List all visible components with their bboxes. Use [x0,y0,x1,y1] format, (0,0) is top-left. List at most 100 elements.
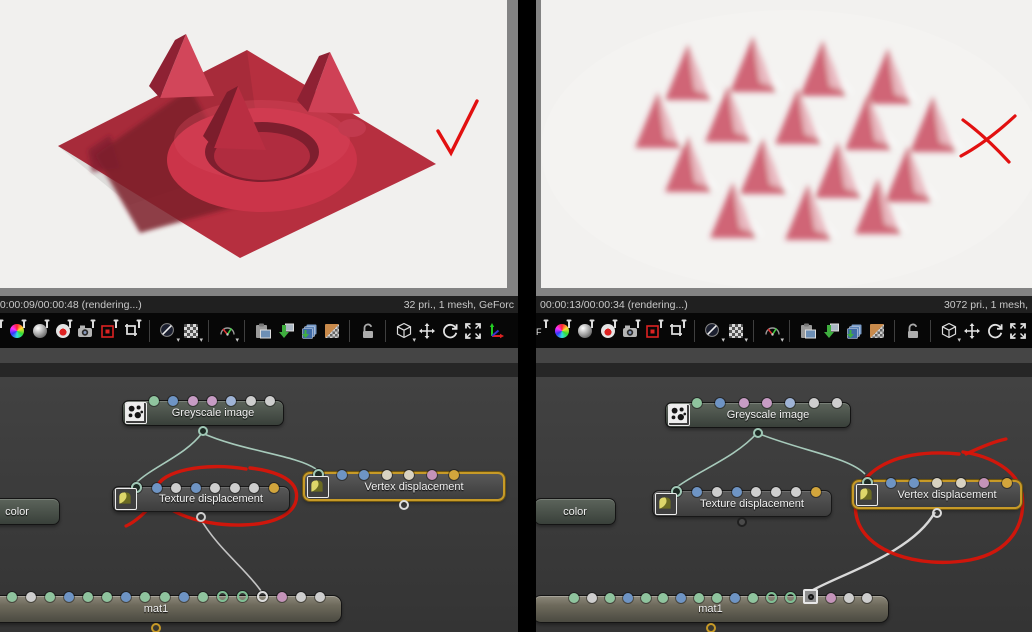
displacement-icon [655,492,677,515]
node-color[interactable]: color [536,498,616,525]
copy-clipboard-icon[interactable] [253,318,272,344]
node-graph-left[interactable]: Greyscale image Texture displacement Ver… [0,377,518,632]
image-alpha-toggle-icon[interactable] [322,318,341,344]
output-pin[interactable] [737,517,747,527]
render-viewport-left[interactable] [0,0,507,288]
viewport-frame-right [536,0,1032,296]
zoom-lens-menu-icon[interactable]: ▾ [703,318,725,344]
node-vertex-displacement[interactable]: Vertex displacement [852,477,1022,518]
node-label: Texture displacement [700,497,804,510]
pan-view-icon[interactable] [962,318,981,344]
toolbar-divider [244,319,245,342]
fit-view-icon[interactable] [1008,318,1027,344]
priority-gauge-menu-icon[interactable]: ▾ [762,318,784,344]
pan-view-icon[interactable] [417,318,436,344]
camera-picker-icon[interactable] [76,318,96,344]
node-color[interactable]: color [0,498,60,525]
ink-drop-picker-icon[interactable] [598,318,618,344]
svg-text:AF: AF [536,327,542,337]
graph-header-strip [0,363,518,377]
checkerboard-menu-icon[interactable]: ▾ [726,318,748,344]
node-label: Greyscale image [171,407,255,419]
displacement-icon [307,475,329,498]
node-texture-displacement[interactable]: Texture displacement [112,482,290,522]
output-pin[interactable] [198,426,208,436]
render-region-picker-icon[interactable] [99,318,119,344]
viewport-toolbar-left: AF▾▾▾▾ [0,313,518,348]
toolbar-divider [149,319,150,342]
node-greyscale-image[interactable]: Greyscale image [122,396,284,436]
orbit-view-icon[interactable] [440,318,459,344]
material-ball-picker-icon[interactable] [30,318,50,344]
output-pin[interactable] [705,623,716,632]
white-balance-picker-icon[interactable] [552,318,572,344]
render-stats: 32 pri., 1 mesh, GeForc [403,298,514,311]
layer-stack-icon[interactable] [844,318,863,344]
render-time-progress: 00:00:09/00:00:48 (rendering...) [0,298,142,311]
render-time-progress: 00:00:13/00:00:34 (rendering...) [540,298,688,311]
output-pin[interactable] [399,500,409,510]
material-ball-picker-icon[interactable] [575,318,595,344]
af-picker-icon[interactable]: AF [0,318,4,344]
render-session-left: 00:00:09/00:00:48 (rendering...) 32 pri.… [0,0,518,632]
toolbar-divider [385,319,386,342]
output-pin[interactable] [151,623,161,632]
output-pin[interactable] [932,508,942,518]
layer-stack-icon[interactable] [299,318,318,344]
toolbar-divider [349,319,350,342]
render-viewport-right[interactable] [541,0,1032,288]
zoom-lens-menu-icon[interactable]: ▾ [158,318,180,344]
save-image-icon[interactable] [821,318,840,344]
graph-header-strip [536,363,1032,377]
status-bar-right: 00:00:13/00:00:34 (rendering...) 3072 pr… [536,296,1032,313]
af-picker-icon[interactable]: AF [536,318,549,344]
output-pin[interactable] [753,428,763,438]
toolbar-divider [694,319,695,342]
approval-check-annotation [436,99,479,157]
camera-picker-icon[interactable] [621,318,641,344]
ink-drop-picker-icon[interactable] [53,318,73,344]
node-texture-displacement[interactable]: Texture displacement [652,486,832,527]
toolbar-lower-strip [536,348,1032,363]
lock-open-icon[interactable] [358,318,377,344]
node-label: Vertex displacement [897,488,997,501]
cube-view-menu-icon[interactable]: ▾ [939,318,961,344]
node-label: color [5,505,29,518]
greyscale-image-icon [125,402,147,424]
image-alpha-toggle-icon[interactable] [867,318,886,344]
panel-divider [518,0,536,632]
render-stats: 3072 pri., 1 mesh, [943,298,1028,311]
checkerboard-menu-icon[interactable]: ▾ [181,318,203,344]
white-balance-picker-icon[interactable] [7,318,27,344]
fit-view-icon[interactable] [463,318,482,344]
viewport-toolbar-right: AF▾▾▾▾ [536,313,1032,348]
toolbar-divider [753,319,754,342]
save-image-icon[interactable] [276,318,295,344]
node-greyscale-image[interactable]: Greyscale image [665,398,851,438]
toolbar-divider [208,319,209,342]
orbit-view-icon[interactable] [985,318,1004,344]
copy-clipboard-icon[interactable] [798,318,817,344]
node-graph-right[interactable]: Greyscale image Texture displacement Ver… [536,377,1032,632]
lock-open-icon[interactable] [903,318,922,344]
axis-gizmo-icon[interactable] [486,318,505,344]
toolbar-divider [930,319,931,342]
output-pin[interactable] [196,512,206,522]
render-region-picker-icon[interactable] [644,318,664,344]
node-mat1[interactable]: mat1 [536,589,889,632]
displacement-icon [115,488,137,510]
node-label: Texture displacement [159,493,263,505]
node-label: mat1 [143,603,169,615]
crop-region-picker-icon[interactable] [122,318,142,344]
cube-view-menu-icon[interactable]: ▾ [394,318,416,344]
status-bar-left: 00:00:09/00:00:48 (rendering...) 32 pri.… [0,296,518,313]
crop-region-picker-icon[interactable] [667,318,687,344]
toolbar-divider [894,319,895,342]
priority-gauge-menu-icon[interactable]: ▾ [217,318,239,344]
node-vertex-displacement[interactable]: Vertex displacement [303,469,505,510]
node-label: Greyscale image [726,409,810,421]
screen: 00:00:09/00:00:48 (rendering...) 32 pri.… [0,0,1032,632]
node-mat1[interactable]: mat1 [0,591,342,632]
displacement-icon [856,483,878,506]
node-label: mat1 [698,603,723,615]
